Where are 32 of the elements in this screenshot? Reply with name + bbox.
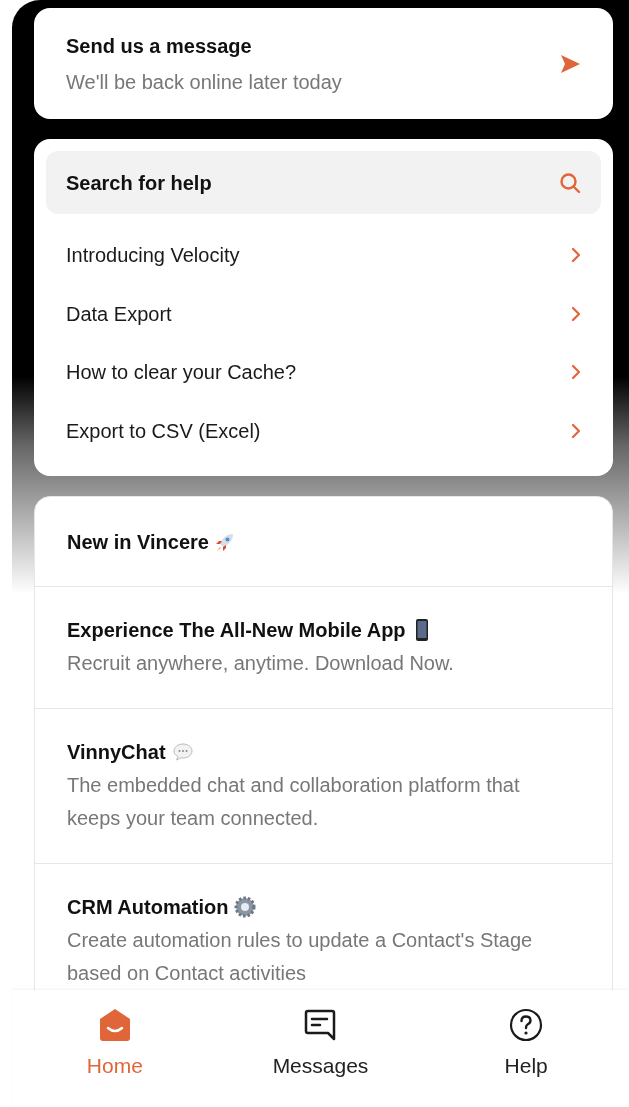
- help-icon: [509, 1007, 544, 1042]
- news-item[interactable]: Experience The All-New Mobile App Recruit anywhere, anytime. Download Now.: [35, 587, 612, 709]
- gear-icon: [234, 896, 257, 918]
- news-item-text: Recruit anywhere, anytime. Download Now.: [67, 651, 455, 676]
- news-item-text: Create automation rules to update a Contact's Stage based on Contact activities: [67, 928, 534, 986]
- message-card[interactable]: Send us a message We'll be back online later today: [34, 8, 613, 119]
- news-title: New in Vincere: [67, 529, 209, 555]
- news-item-title: VinnyChat: [67, 740, 166, 765]
- chevron-right-icon: [571, 364, 581, 381]
- news-item-title: Experience The All-New Mobile App: [67, 618, 406, 643]
- chevron-right-icon: [571, 305, 581, 322]
- speech-bubble-icon: [171, 741, 194, 763]
- card-subtitle: We'll be back online later today: [66, 69, 342, 95]
- phone-icon: [413, 618, 430, 642]
- search-icon: [559, 171, 581, 194]
- nav-tab[interactable]: Help: [451, 1007, 602, 1082]
- news-item-title: CRM Automation: [67, 895, 229, 920]
- article-link[interactable]: How to clear your Cache?: [46, 343, 601, 402]
- search-field[interactable]: Search for help: [46, 151, 601, 214]
- news-item-text: The embedded chat and collaboration platform that keeps your team connected.: [67, 773, 521, 831]
- message-icon: [303, 1007, 338, 1042]
- article-link[interactable]: Export to CSV (Excel): [46, 401, 601, 460]
- news-item[interactable]: VinnyChat The embedded chat and collaboration platform that keeps your team connected.: [35, 709, 612, 864]
- chevron-right-icon: [571, 422, 581, 439]
- search-label: Search for help: [66, 170, 212, 196]
- article-link[interactable]: Introducing Velocity: [46, 226, 601, 285]
- article-link[interactable]: Data Export: [46, 284, 601, 343]
- card-title: Send us a message: [66, 33, 253, 59]
- chevron-right-icon: [571, 247, 581, 264]
- send-icon: [559, 52, 581, 75]
- nav-tab[interactable]: Messages: [245, 1007, 396, 1082]
- home-icon: [97, 1007, 132, 1042]
